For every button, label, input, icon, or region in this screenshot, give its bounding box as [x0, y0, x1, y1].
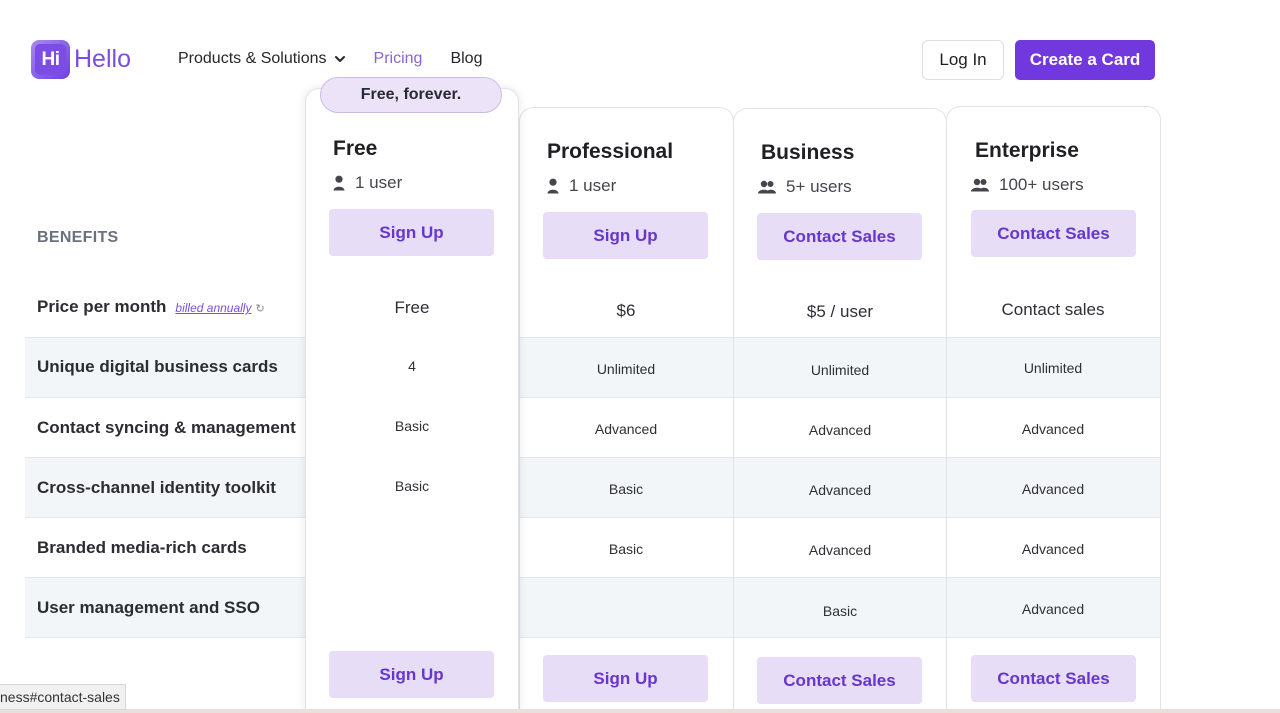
cell-free: Basic	[394, 418, 430, 434]
create-card-button[interactable]: Create a Card	[1015, 40, 1155, 80]
cell-business: Advanced	[808, 422, 872, 438]
plan-users-professional: 1 user	[547, 176, 616, 196]
price-business: $5 / user	[806, 302, 874, 321]
nav-products-solutions[interactable]: Products & Solutions	[178, 50, 346, 68]
cell-free: 4	[408, 358, 416, 374]
window-bottom-edge	[0, 709, 1280, 713]
enterprise-contact-sales-button[interactable]: Contact Sales	[971, 210, 1136, 257]
cell-free: Basic	[394, 478, 430, 494]
plan-name-free: Free	[333, 137, 378, 160]
billed-annually-link[interactable]: billed annually	[175, 301, 251, 315]
hihello-logo[interactable]: Hi Hello	[31, 40, 131, 79]
benefit-label: Contact syncing & management	[37, 418, 296, 437]
users-icon	[758, 180, 776, 194]
cell-enterprise: Unlimited	[1023, 360, 1083, 376]
main-nav: Products & Solutions Pricing Blog	[178, 50, 510, 68]
cell-professional: Basic	[608, 481, 644, 497]
nav-pricing[interactable]: Pricing	[374, 50, 423, 68]
enterprise-contact-sales-button-bottom[interactable]: Contact Sales	[971, 655, 1136, 702]
plan-name-professional: Professional	[547, 140, 674, 163]
logo-badge: Hi	[31, 40, 70, 79]
plan-users-label: 5+ users	[786, 177, 852, 196]
user-icon	[547, 178, 559, 194]
cell-professional: Unlimited	[596, 361, 656, 377]
benefit-label: User management and SSO	[37, 598, 260, 617]
price-enterprise: Contact sales	[1001, 300, 1105, 319]
logo-badge-text: Hi	[41, 48, 61, 70]
plan-card-business	[733, 108, 947, 713]
cell-enterprise: Advanced	[1021, 541, 1085, 557]
nav-pricing-label: Pricing	[373, 50, 423, 67]
cell-business: Advanced	[808, 542, 872, 558]
plan-users-label: 100+ users	[999, 175, 1084, 194]
business-contact-sales-button-bottom[interactable]: Contact Sales	[757, 657, 922, 704]
benefit-label: Cross-channel identity toolkit	[37, 478, 276, 497]
free-signup-button-bottom[interactable]: Sign Up	[329, 651, 494, 698]
business-contact-sales-button[interactable]: Contact Sales	[757, 213, 922, 260]
billing-toggle-icon[interactable]: ↻	[255, 302, 264, 315]
price-free: Free	[394, 298, 430, 317]
cell-enterprise: Advanced	[1021, 481, 1085, 497]
price-professional: $6	[616, 301, 636, 320]
cell-business: Unlimited	[810, 362, 870, 378]
cell-enterprise: Advanced	[1021, 421, 1085, 437]
plan-name-business: Business	[761, 141, 855, 164]
plan-users-label: 1 user	[569, 176, 617, 195]
benefit-label: Unique digital business cards	[37, 357, 278, 376]
login-button[interactable]: Log In	[922, 40, 1004, 80]
plan-name-enterprise: Enterprise	[975, 139, 1079, 162]
cell-professional: Advanced	[594, 421, 658, 437]
nav-products-label: Products & Solutions	[178, 50, 327, 67]
benefits-heading: BENEFITS	[37, 229, 119, 246]
price-label-text: Price per month	[37, 297, 167, 316]
nav-blog-label: Blog	[450, 50, 483, 67]
cell-enterprise: Advanced	[1021, 601, 1085, 617]
chevron-down-icon	[334, 56, 345, 62]
cell-professional: Basic	[608, 541, 644, 557]
professional-signup-button-bottom[interactable]: Sign Up	[543, 655, 708, 702]
pricing-page: Hi Hello Products & Solutions Pricing Bl…	[0, 0, 1280, 713]
plan-card-enterprise	[946, 106, 1161, 713]
free-forever-badge: Free, forever.	[320, 77, 502, 113]
benefit-label: Branded media-rich cards	[37, 538, 247, 557]
professional-signup-button[interactable]: Sign Up	[543, 212, 708, 259]
price-row-label: Price per month billed annually ↻	[37, 297, 265, 317]
cell-business: Advanced	[808, 482, 872, 498]
plan-users-free: 1 user	[333, 173, 402, 193]
user-icon	[333, 175, 345, 191]
browser-status-url: ness#contact-sales	[0, 684, 126, 710]
plan-users-enterprise: 100+ users	[971, 175, 1084, 195]
plan-users-label: 1 user	[355, 173, 403, 192]
plan-users-business: 5+ users	[758, 177, 852, 197]
logo-wordmark: Hello	[74, 45, 131, 73]
users-icon	[971, 178, 989, 192]
free-signup-button[interactable]: Sign Up	[329, 209, 494, 256]
nav-blog[interactable]: Blog	[450, 50, 482, 68]
plan-card-professional	[519, 107, 734, 713]
cell-business: Basic	[822, 603, 858, 619]
